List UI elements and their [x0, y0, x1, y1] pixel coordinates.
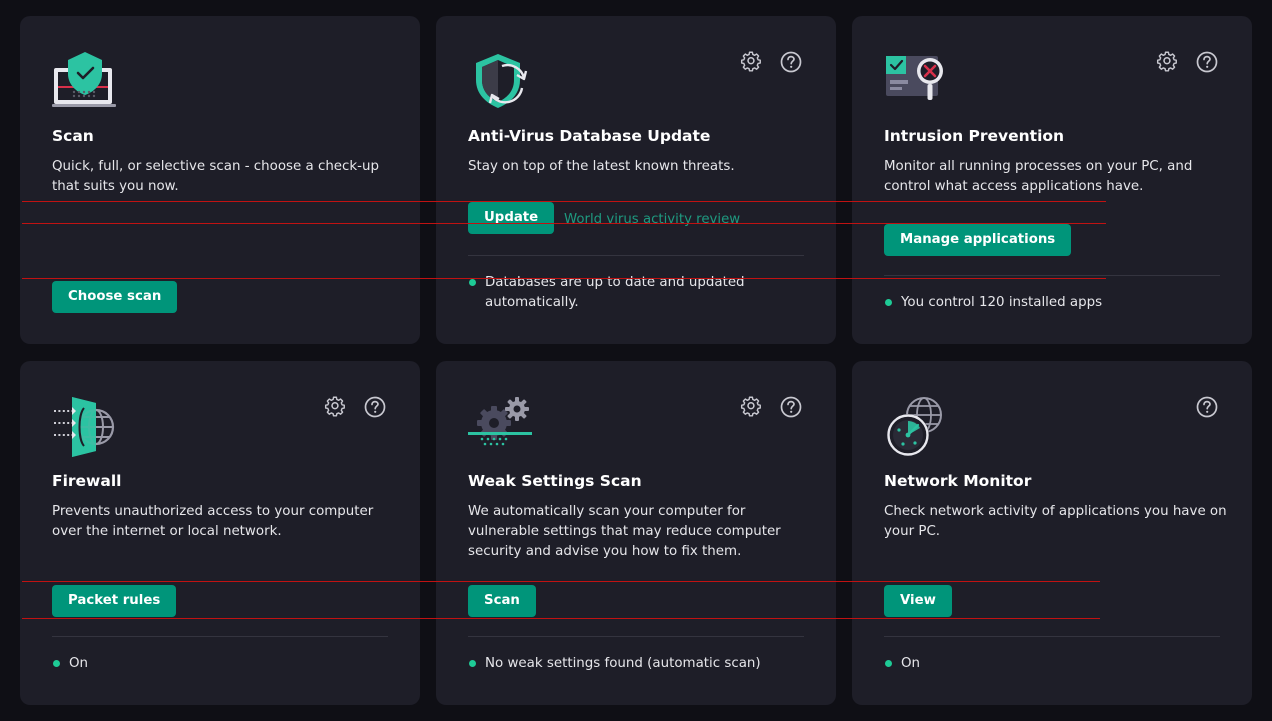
status-text: No weak settings found (automatic scan): [485, 656, 761, 671]
card-description: Monitor all running processes on your PC…: [884, 159, 1193, 194]
guide-line: [22, 278, 1106, 279]
settings-gear-icon[interactable]: [738, 394, 764, 420]
divider: [468, 255, 804, 256]
card-tools: [1194, 394, 1220, 420]
packet-rules-button[interactable]: Packet rules: [52, 585, 177, 617]
status-line: On: [52, 654, 392, 674]
card-title: Scan: [52, 127, 94, 145]
status-dot: [53, 660, 60, 667]
card-description: Check network activity of applications y…: [884, 504, 1227, 539]
choose-scan-button[interactable]: Choose scan: [52, 281, 178, 313]
status-text: On: [69, 656, 89, 671]
divider: [884, 636, 1220, 637]
status-text: You control 120 installed apps: [901, 295, 1103, 310]
card-description: Quick, full, or selective scan - choose …: [52, 159, 379, 194]
settings-gear-icon[interactable]: [738, 49, 764, 75]
laptop-shield-check-icon: [52, 50, 118, 114]
globe-radar-icon: [884, 395, 950, 459]
card-tools: [738, 394, 804, 420]
card-description: We automatically scan your computer for …: [468, 504, 781, 559]
card-tools: [322, 394, 388, 420]
guide-line: [22, 223, 1106, 224]
window-magnifier-icon: [884, 50, 950, 114]
card-description: Prevents unauthorized access to your com…: [52, 504, 374, 539]
status-line: No weak settings found (automatic scan): [468, 654, 808, 674]
status-dot: [469, 279, 476, 286]
world-virus-activity-link[interactable]: World virus activity review: [564, 210, 740, 230]
card-title: Firewall: [52, 472, 122, 490]
card-title: Weak Settings Scan: [468, 472, 642, 490]
help-question-icon[interactable]: [778, 394, 804, 420]
divider: [52, 636, 388, 637]
view-button[interactable]: View: [884, 585, 952, 617]
card-title: Anti-Virus Database Update: [468, 127, 711, 145]
status-dot: [885, 299, 892, 306]
card-tools: [738, 49, 804, 75]
firewall-globe-icon: [52, 395, 118, 459]
status-dot: [885, 660, 892, 667]
status-dot: [469, 660, 476, 667]
card-title: Intrusion Prevention: [884, 127, 1065, 145]
status-line: You control 120 installed apps: [884, 293, 1224, 313]
status-text: On: [901, 656, 921, 671]
shield-refresh-icon: [468, 50, 534, 114]
help-question-icon[interactable]: [778, 49, 804, 75]
gears-scan-icon: [468, 395, 534, 459]
scan-button[interactable]: Scan: [468, 585, 536, 617]
card-intrusion-prevention: Intrusion Prevention Monitor all running…: [852, 16, 1252, 344]
card-firewall: Firewall Prevents unauthorized access to…: [20, 361, 420, 705]
manage-applications-button[interactable]: Manage applications: [884, 224, 1072, 256]
card-network-monitor: Network Monitor Check network activity o…: [852, 361, 1252, 705]
settings-gear-icon[interactable]: [1154, 49, 1180, 75]
update-button[interactable]: Update: [468, 202, 555, 234]
guide-line: [22, 581, 1100, 582]
status-line: On: [884, 654, 1224, 674]
card-description: Stay on top of the latest known threats.: [468, 159, 735, 174]
guide-line: [22, 201, 1106, 202]
guide-line: [22, 618, 1100, 619]
divider: [468, 636, 804, 637]
card-database-update: Anti-Virus Database Update Stay on top o…: [436, 16, 836, 344]
status-text: Databases are up to date and updated aut…: [485, 275, 745, 310]
help-question-icon[interactable]: [362, 394, 388, 420]
card-weak-settings-scan: Weak Settings Scan We automatically scan…: [436, 361, 836, 705]
card-scan: Scan Quick, full, or selective scan - ch…: [20, 16, 420, 344]
divider: [884, 275, 1220, 276]
status-line: Databases are up to date and updated aut…: [468, 273, 808, 313]
card-title: Network Monitor: [884, 472, 1032, 490]
card-tools: [1154, 49, 1220, 75]
help-question-icon[interactable]: [1194, 394, 1220, 420]
settings-gear-icon[interactable]: [322, 394, 348, 420]
help-question-icon[interactable]: [1194, 49, 1220, 75]
